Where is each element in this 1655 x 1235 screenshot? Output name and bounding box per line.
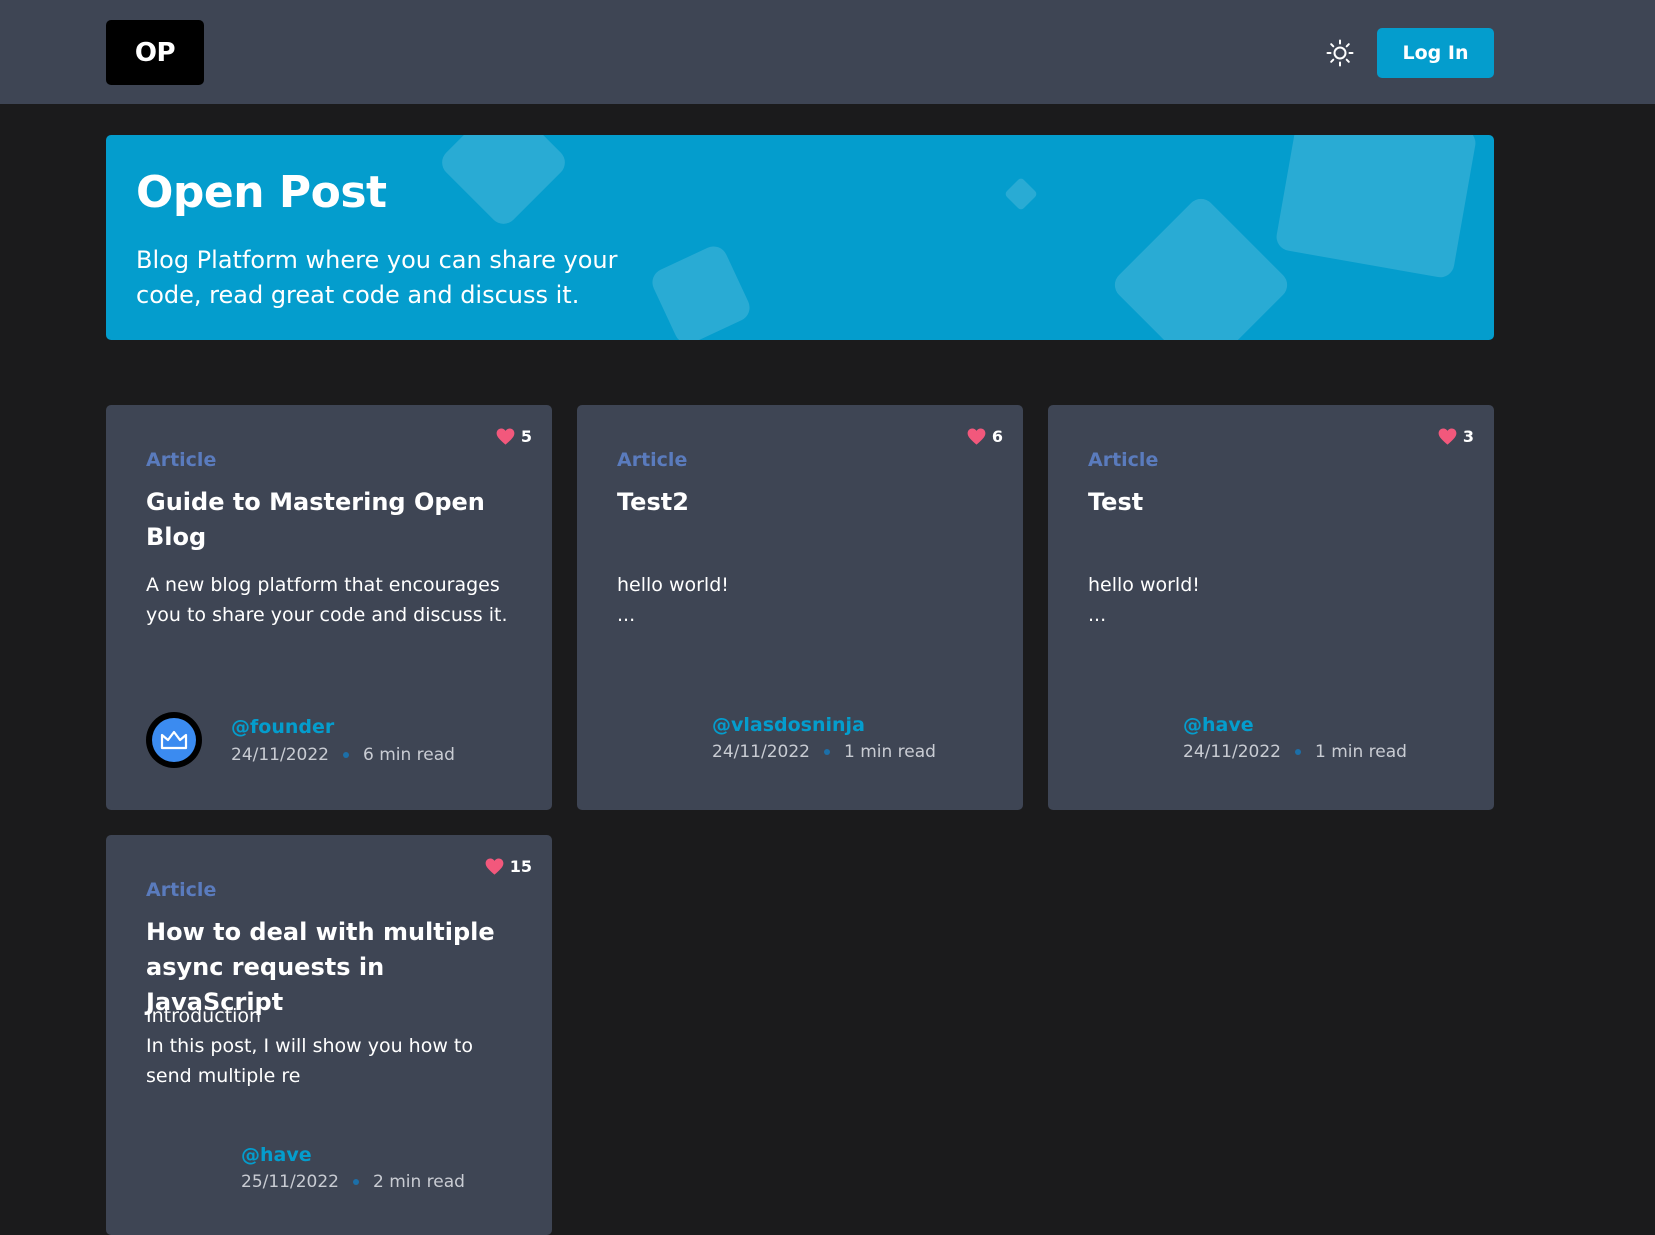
post-date: 24/11/2022: [712, 742, 810, 762]
heart-icon: [496, 428, 515, 445]
logo-text: OP: [134, 37, 176, 68]
post-date: 25/11/2022: [241, 1172, 339, 1192]
post-type-label: Article: [617, 449, 688, 471]
post-date: 24/11/2022: [231, 745, 329, 765]
author-handle[interactable]: @vlasdosninja: [712, 714, 865, 736]
post-type-label: Article: [1088, 449, 1159, 471]
read-time: 2 min read: [372, 1172, 465, 1192]
separator-dot: [1294, 749, 1301, 755]
site-logo[interactable]: OP: [106, 20, 204, 85]
decorative-shape: [1274, 135, 1478, 280]
post-card[interactable]: 3 Article Test hello world! ... @have 24…: [1048, 405, 1494, 810]
like-count: 5: [520, 427, 532, 446]
heart-icon: [1438, 428, 1457, 445]
post-card[interactable]: 15 Article How to deal with multiple asy…: [106, 835, 552, 1235]
hero-subtitle: Blog Platform where you can share your c…: [136, 246, 618, 309]
post-excerpt: Introduction In this post, I will show y…: [146, 1005, 473, 1087]
post-title[interactable]: Test: [1088, 485, 1458, 520]
post-meta: 24/11/2022 1 min read: [1183, 742, 1407, 762]
heart-icon: [967, 428, 986, 445]
hero-title: Open Post: [136, 167, 387, 218]
like-count: 3: [1462, 427, 1474, 446]
author-handle[interactable]: @founder: [231, 716, 334, 738]
read-time: 1 min read: [843, 742, 936, 762]
post-card[interactable]: 6 Article Test2 hello world! ... @vlasdo…: [577, 405, 1023, 810]
like-count: 6: [991, 427, 1003, 446]
separator-dot: [342, 752, 349, 758]
top-navbar: OP Log In: [0, 0, 1655, 104]
post-type-label: Article: [146, 879, 217, 901]
post-type-label: Article: [146, 449, 217, 471]
author-handle[interactable]: @have: [1183, 714, 1254, 736]
like-counter[interactable]: 3: [1438, 427, 1474, 446]
post-title[interactable]: Guide to Mastering Open Blog: [146, 485, 516, 555]
theme-toggle-button[interactable]: [1324, 37, 1356, 69]
decorative-shape: [436, 135, 571, 230]
post-date: 24/11/2022: [1183, 742, 1281, 762]
separator-dot: [823, 749, 830, 755]
post-meta: 24/11/2022 1 min read: [712, 742, 936, 762]
login-button[interactable]: Log In: [1377, 28, 1494, 78]
post-excerpt: hello world! ...: [1088, 574, 1200, 626]
crown-icon: [160, 730, 188, 750]
hero-banner: Open Post Blog Platform where you can sh…: [106, 135, 1494, 340]
like-count: 15: [509, 857, 532, 876]
like-counter[interactable]: 5: [496, 427, 532, 446]
post-excerpt: hello world! ...: [617, 574, 729, 626]
read-time: 1 min read: [1314, 742, 1407, 762]
decorative-shape: [1004, 177, 1038, 211]
post-card[interactable]: 5 Article Guide to Mastering Open Blog A…: [106, 405, 552, 810]
separator-dot: [352, 1179, 359, 1185]
decorative-shape: [647, 241, 755, 340]
author-handle[interactable]: @have: [241, 1144, 312, 1166]
post-meta: 24/11/2022 6 min read: [231, 745, 455, 765]
avatar[interactable]: [146, 712, 202, 768]
like-counter[interactable]: 15: [485, 857, 532, 876]
like-counter[interactable]: 6: [967, 427, 1003, 446]
decorative-shape: [1109, 193, 1293, 340]
sun-icon: [1326, 39, 1354, 67]
post-title[interactable]: Test2: [617, 485, 987, 520]
post-excerpt: A new blog platform that encourages you …: [146, 574, 508, 626]
heart-icon: [485, 858, 504, 875]
post-meta: 25/11/2022 2 min read: [241, 1172, 465, 1192]
read-time: 6 min read: [362, 745, 455, 765]
